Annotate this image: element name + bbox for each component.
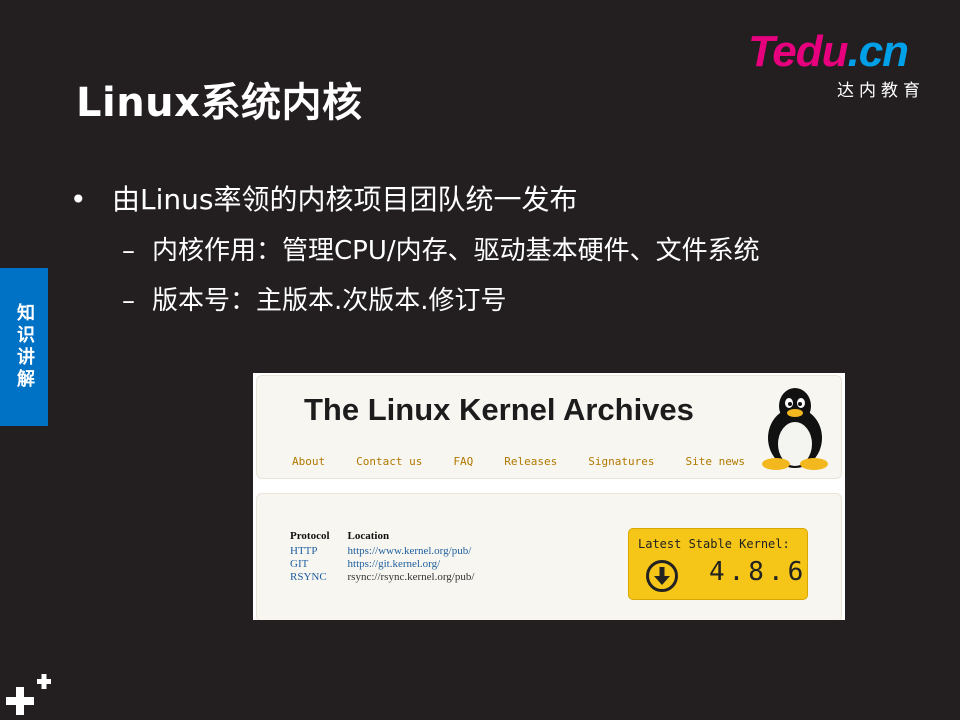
column-header: Protocol: [290, 530, 330, 542]
stable-kernel-label: Latest Stable Kernel:: [638, 537, 790, 551]
plus-decoration-icon: [6, 674, 51, 715]
nav-link-releases[interactable]: Releases: [504, 455, 557, 468]
table-row: RSYNC rsync://rsync.kernel.org/pub/: [290, 570, 492, 583]
logo-part1: Tedu: [748, 27, 848, 76]
kernel-org-header: The Linux Kernel Archives About Contact …: [256, 375, 842, 479]
bullet-item: • 由Linus率领的内核项目团队统一发布: [70, 180, 760, 220]
latest-stable-kernel-button[interactable]: Latest Stable Kernel: 4.8.6: [628, 528, 808, 600]
table-header-row: Protocol Location: [290, 530, 492, 544]
protocol-link[interactable]: RSYNC: [290, 570, 348, 583]
bullet-list: • 由Linus率领的内核项目团队统一发布 – 内核作用：管理CPU/内存、驱动…: [70, 180, 760, 326]
nav-link-signatures[interactable]: Signatures: [588, 455, 654, 468]
kernel-org-screenshot: The Linux Kernel Archives About Contact …: [253, 373, 845, 620]
tux-penguin-icon: [762, 388, 828, 470]
logo-wordmark: Tedu.cn: [748, 27, 909, 76]
table-row: GIT https://git.kernel.org/: [290, 557, 492, 570]
slide-title: Linux系统内核: [76, 80, 363, 126]
tedu-logo: Tedu.cn 达内教育: [748, 27, 933, 102]
location-link[interactable]: https://www.kernel.org/pub/: [348, 544, 493, 557]
sub-bullet-item: – 版本号：主版本.次版本.修订号: [70, 276, 760, 326]
location-link[interactable]: https://git.kernel.org/: [348, 557, 493, 570]
location-text: rsync://rsync.kernel.org/pub/: [347, 571, 475, 583]
kernel-org-nav: About Contact us FAQ Releases Signatures…: [292, 455, 776, 468]
kernel-org-body: Protocol Location HTTP https://www.kerne…: [256, 493, 842, 620]
logo-part2: .cn: [847, 27, 909, 76]
download-icon: [646, 560, 678, 592]
sub-bullet-dash: –: [122, 236, 135, 266]
nav-link-about[interactable]: About: [292, 455, 325, 468]
column-header: Location: [347, 530, 390, 542]
side-tab: 知识讲解: [0, 268, 48, 426]
nav-link-contact[interactable]: Contact us: [356, 455, 422, 468]
nav-link-faq[interactable]: FAQ: [453, 455, 473, 468]
protocol-link[interactable]: HTTP: [290, 544, 348, 557]
sub-bullet-item: – 内核作用：管理CPU/内存、驱动基本硬件、文件系统: [70, 226, 760, 276]
nav-link-site-news[interactable]: Site news: [685, 455, 745, 468]
sub-bullet-text: 版本号：主版本.次版本.修订号: [152, 286, 507, 316]
kernel-org-title: The Linux Kernel Archives: [304, 392, 694, 427]
sub-bullet-text: 内核作用：管理CPU/内存、驱动基本硬件、文件系统: [152, 236, 760, 266]
bullet-text: 由Linus率领的内核项目团队统一发布: [112, 183, 578, 216]
protocol-table: Protocol Location HTTP https://www.kerne…: [290, 530, 492, 583]
stable-kernel-version: 4.8.6: [709, 557, 808, 587]
table-row: HTTP https://www.kernel.org/pub/: [290, 544, 492, 557]
side-tab-label: 知识讲解: [14, 303, 35, 391]
logo-subtitle: 达内教育: [837, 81, 925, 101]
protocol-link[interactable]: GIT: [290, 557, 348, 570]
bullet-dot: •: [70, 183, 87, 216]
sub-bullet-dash: –: [122, 286, 135, 316]
